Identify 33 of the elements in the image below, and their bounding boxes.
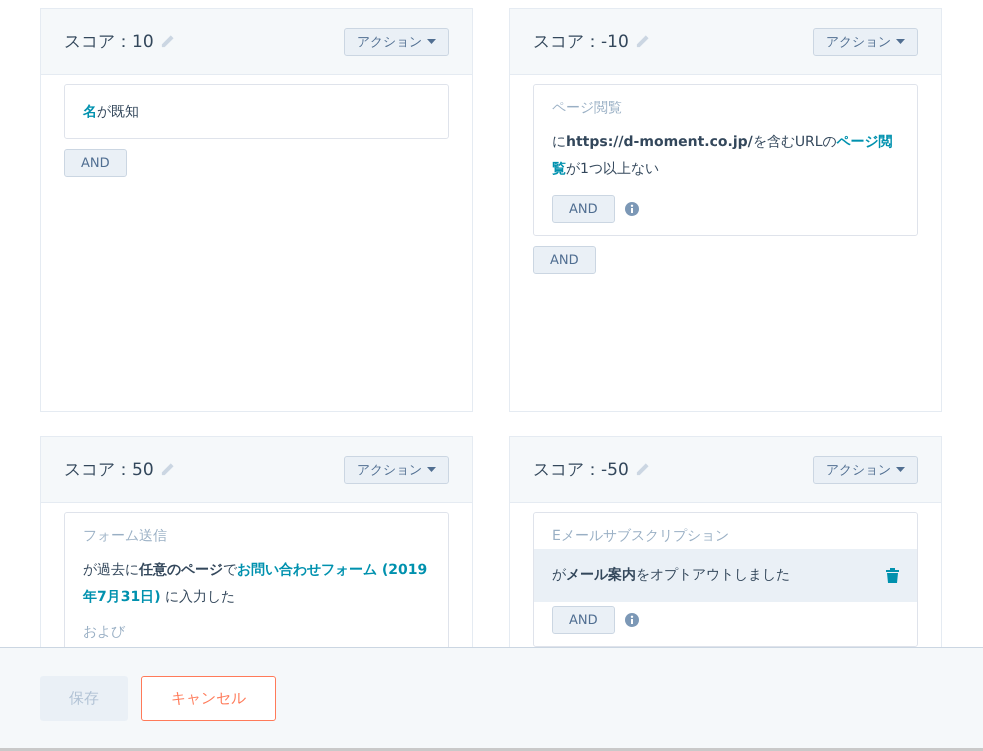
action-dropdown[interactable]: アクション: [813, 456, 918, 484]
filter-category: ページ閲覧: [551, 99, 623, 117]
caret-icon: [427, 39, 436, 44]
score-title: スコア：-50: [533, 459, 629, 481]
and-button[interactable]: AND: [552, 606, 615, 634]
action-dropdown[interactable]: アクション: [344, 456, 449, 484]
and-label: および: [82, 623, 126, 641]
score-title: スコア：10: [64, 31, 154, 53]
info-icon[interactable]: [624, 202, 639, 216]
action-dropdown[interactable]: アクション: [344, 28, 449, 56]
action-dropdown[interactable]: アクション: [813, 28, 918, 56]
score-title: スコア：50: [64, 459, 154, 481]
pencil-icon[interactable]: [160, 462, 175, 477]
cancel-button[interactable]: キャンセル: [141, 676, 276, 720]
and-button[interactable]: AND: [64, 149, 127, 177]
filter-text: がメール案内をオプトアウトしました: [552, 566, 790, 585]
pencil-icon[interactable]: [634, 462, 650, 477]
caret-icon: [896, 39, 905, 44]
caret-icon: [427, 467, 436, 472]
and-button[interactable]: AND: [552, 195, 615, 223]
filter-category: Eメールサブスクリプション: [551, 527, 730, 545]
pencil-icon[interactable]: [160, 34, 175, 49]
filter-row[interactable]: がメール案内をオプトアウトしました: [534, 549, 917, 602]
trash-icon[interactable]: [886, 568, 899, 583]
filter-category: フォーム送信: [82, 527, 168, 545]
filter-text: 名が既知: [83, 103, 139, 122]
filter-text: が過去に任意のページでお問い合わせフォーム (2019年7月31日) に入力した: [83, 561, 428, 607]
filter-text: にhttps://d-moment.co.jp/を含むURLのページ閲覧が1つ以上ない: [552, 133, 894, 179]
info-icon[interactable]: [624, 613, 639, 627]
and-button[interactable]: AND: [533, 246, 596, 274]
score-title: スコア：-10: [533, 31, 629, 53]
pencil-icon[interactable]: [634, 34, 650, 49]
caret-icon: [896, 467, 905, 472]
